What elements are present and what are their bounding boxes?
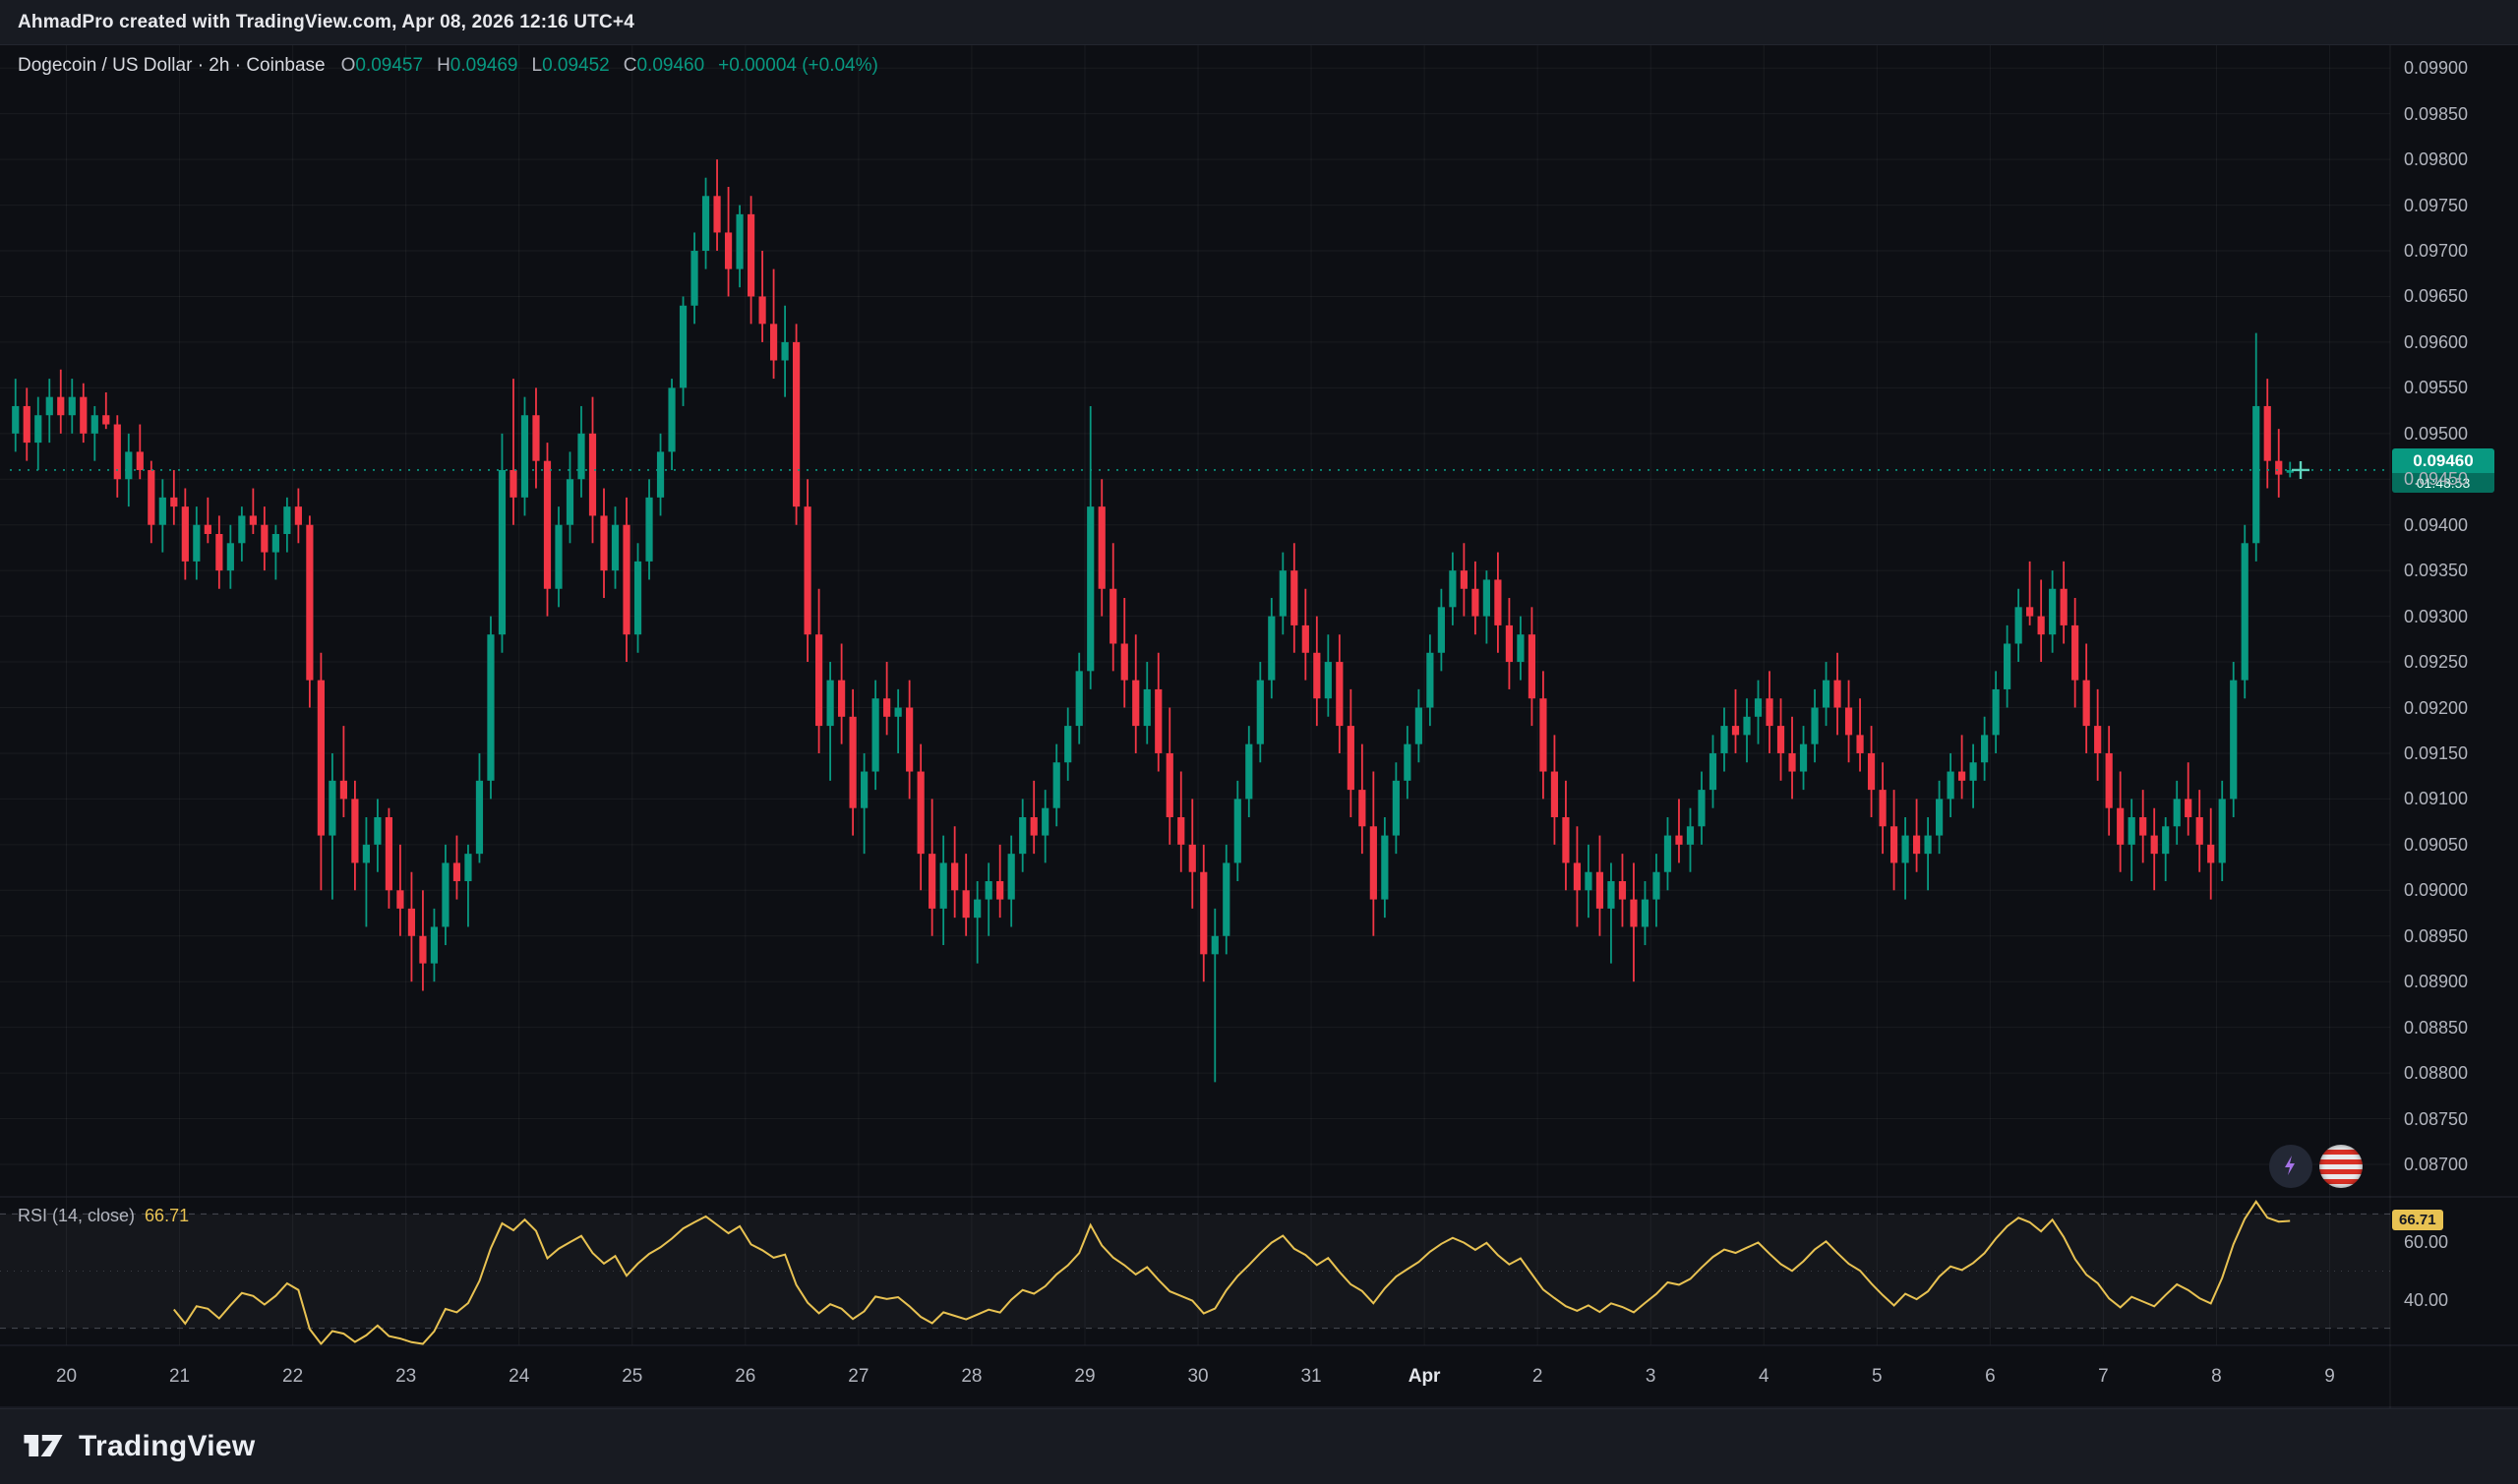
price-tick-label: 0.09550 [2404, 377, 2468, 398]
open-value: 0.09457 [355, 55, 423, 76]
branding-bar: TradingView [0, 1408, 2518, 1484]
time-tick-label: 6 [1960, 1365, 2019, 1389]
time-tick-label: 21 [150, 1365, 210, 1389]
time-tick-label: Apr [1395, 1365, 1454, 1389]
price-tick-label: 0.09450 [2404, 468, 2468, 490]
price-tick-label: 0.08700 [2404, 1154, 2468, 1175]
price-tick-label: 0.09050 [2404, 834, 2468, 856]
tradingview-chart-page: AhmadPro created with TradingView.com, A… [0, 0, 2518, 1484]
price-tick-label: 0.09600 [2404, 331, 2468, 353]
time-tick-label: 24 [490, 1365, 549, 1389]
tradingview-logo [22, 1432, 65, 1462]
price-tick-label: 0.09900 [2404, 57, 2468, 79]
high-label: H [437, 55, 450, 76]
lightning-icon [2279, 1154, 2303, 1180]
time-tick-label: 25 [603, 1365, 662, 1389]
open-label: O [341, 55, 356, 76]
time-tick-label: 5 [1847, 1365, 1906, 1389]
striped-ball-button[interactable] [2319, 1145, 2363, 1188]
price-tick-label: 0.09650 [2404, 285, 2468, 307]
rsi-indicator-legend[interactable]: RSI (14, close) 66.71 [18, 1206, 189, 1226]
price-tick-label: 0.08900 [2404, 971, 2468, 992]
time-tick-label: 31 [1282, 1365, 1341, 1389]
tradingview-wordmark: TradingView [79, 1430, 255, 1463]
time-tick-label: 29 [1055, 1365, 1114, 1389]
price-tick-label: 0.08800 [2404, 1062, 2468, 1084]
price-tick-label: 0.09100 [2404, 788, 2468, 809]
time-tick-label: 9 [2301, 1365, 2360, 1389]
time-tick-label: 4 [1734, 1365, 1793, 1389]
price-tick-label: 0.09200 [2404, 697, 2468, 719]
price-tick-label: 0.09700 [2404, 240, 2468, 262]
time-tick-label: 3 [1621, 1365, 1680, 1389]
rsi-tick-label: 60.00 [2404, 1231, 2448, 1253]
price-tick-label: 0.09800 [2404, 148, 2468, 170]
time-tick-label: 7 [2073, 1365, 2132, 1389]
rsi-label: RSI (14, close) [18, 1206, 135, 1226]
time-tick-label: 26 [716, 1365, 775, 1389]
time-tick-label: 28 [942, 1365, 1001, 1389]
price-tick-label: 0.09300 [2404, 606, 2468, 627]
chart-area[interactable]: Dogecoin / US Dollar · 2h · Coinbase O0.… [0, 0, 2518, 1408]
low-value: 0.09452 [542, 55, 610, 76]
time-tick-label: 2 [1508, 1365, 1567, 1389]
price-tick-label: 0.09350 [2404, 560, 2468, 581]
close-value: 0.09460 [636, 55, 704, 76]
time-tick-label: 22 [264, 1365, 323, 1389]
time-tick-label: 27 [829, 1365, 888, 1389]
candlestick-chart-canvas[interactable] [0, 0, 2518, 1408]
price-tick-label: 0.08750 [2404, 1108, 2468, 1130]
price-tick-label: 0.09850 [2404, 103, 2468, 125]
price-tick-label: 0.08950 [2404, 925, 2468, 947]
price-tick-label: 0.09250 [2404, 651, 2468, 673]
time-tick-label: 23 [377, 1365, 436, 1389]
price-tick-label: 0.09500 [2404, 423, 2468, 445]
time-tick-label: 8 [2187, 1365, 2246, 1389]
price-tick-label: 0.09750 [2404, 195, 2468, 216]
ohlc-values: O0.09457 H0.09469 L0.09452 C0.09460 +0.0… [341, 55, 878, 77]
time-tick-label: 20 [37, 1365, 96, 1389]
price-tick-label: 0.09150 [2404, 742, 2468, 764]
boost-button[interactable] [2269, 1145, 2312, 1188]
symbol-title[interactable]: Dogecoin / US Dollar · 2h · Coinbase [18, 55, 326, 77]
rsi-tick-label: 40.00 [2404, 1289, 2448, 1311]
price-tick-label: 0.08850 [2404, 1017, 2468, 1039]
rsi-axis-badge: 66.71 [2392, 1210, 2443, 1230]
change-value: +0.00004 (+0.04%) [718, 55, 878, 77]
close-label: C [624, 55, 637, 76]
high-value: 0.09469 [450, 55, 518, 76]
symbol-legend: Dogecoin / US Dollar · 2h · Coinbase O0.… [18, 55, 878, 77]
price-tick-label: 0.09000 [2404, 879, 2468, 901]
price-tick-label: 0.09400 [2404, 514, 2468, 536]
low-label: L [531, 55, 542, 76]
time-tick-label: 30 [1169, 1365, 1228, 1389]
tradingview-home-link[interactable]: TradingView [22, 1430, 255, 1463]
rsi-value: 66.71 [145, 1206, 189, 1226]
